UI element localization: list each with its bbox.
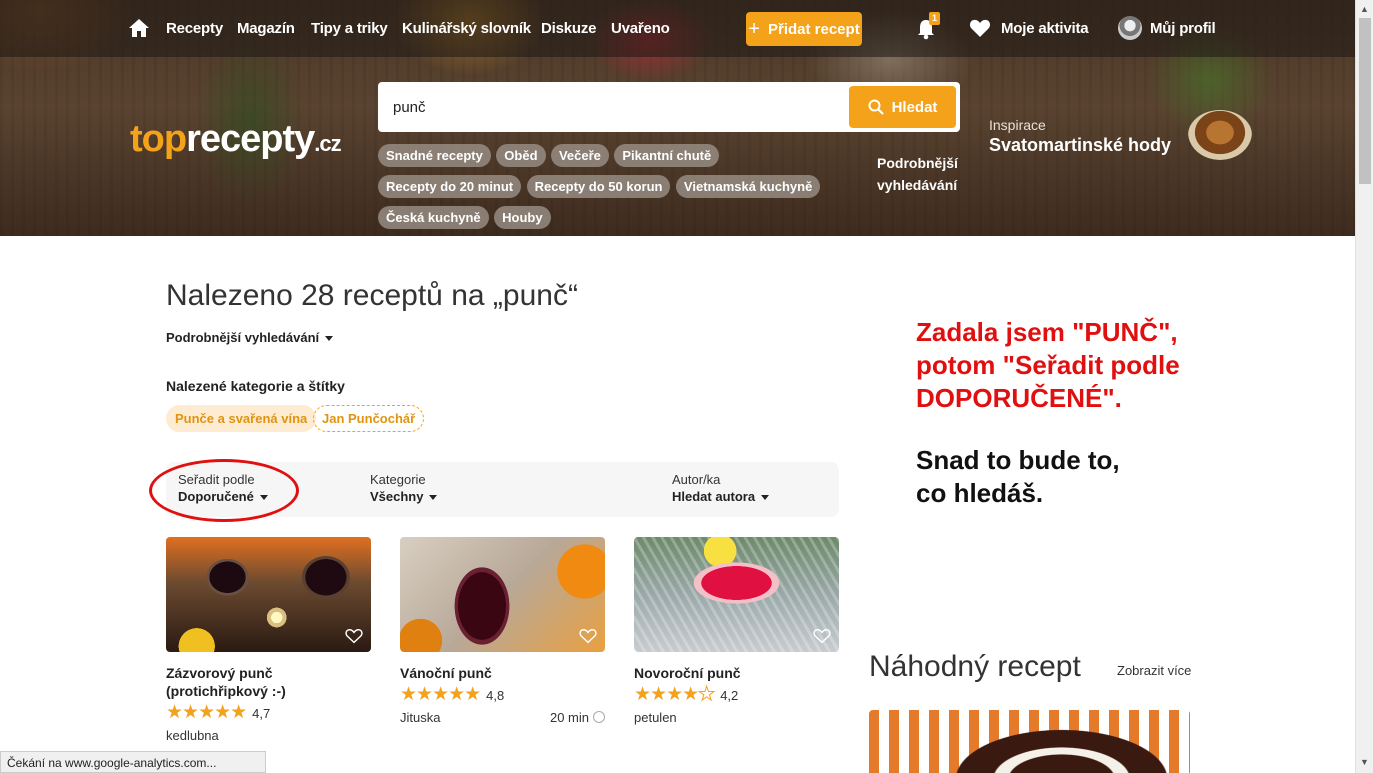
notification-badge: 1 <box>929 12 940 25</box>
clock-icon <box>593 711 605 723</box>
annotation-black-text: Snad to bude to, co hledáš. <box>916 445 1120 508</box>
author-filter[interactable]: Autor/ka Hledat autora <box>672 472 770 504</box>
quick-tag[interactable]: Houby <box>494 206 551 229</box>
rating: ★★★★★ 4,7 <box>166 702 271 723</box>
scrollbar[interactable]: ▲ ▼ <box>1355 0 1373 773</box>
category-tag[interactable]: Jan Punčochář <box>313 405 425 432</box>
caret-down-icon <box>429 495 438 501</box>
quick-tag[interactable]: Recepty do 50 korun <box>526 175 671 198</box>
rating-stars: ★★★★★ <box>400 684 481 705</box>
recipe-author[interactable]: kedlubna <box>166 728 219 743</box>
category-tag[interactable]: Punče a svařená vína <box>166 405 317 432</box>
advanced-search-toggle[interactable]: Podrobnější vyhledávání <box>166 330 334 345</box>
scroll-thumb[interactable] <box>1359 18 1371 184</box>
results-title: Nalezeno 28 receptů na „punč“ <box>166 279 578 312</box>
nav-link-slovnik[interactable]: Kulinářský slovník <box>402 20 531 37</box>
browser-status-bar: Čekání na www.google-analytics.com... <box>0 751 266 773</box>
rating: ★★★★★ 4,8 <box>400 684 505 705</box>
nav-link-tipy[interactable]: Tipy a triky <box>311 20 388 37</box>
annotation-ellipse <box>149 459 299 522</box>
categories-heading: Nalezené kategorie a štítky <box>166 378 345 394</box>
inspiration-label: Inspirace <box>989 117 1046 133</box>
search-box: Hledat <box>378 82 960 132</box>
quick-tag[interactable]: Pikantní chutě <box>614 144 720 167</box>
search-button-label: Hledat <box>891 98 938 116</box>
nav-link-activity[interactable]: Moje aktivita <box>1001 20 1089 37</box>
nav-link-recepty[interactable]: Recepty <box>166 20 223 37</box>
caret-down-icon <box>761 495 770 501</box>
nav-link-magazin[interactable]: Magazín <box>237 20 295 37</box>
rating-stars: ★★★★★ <box>166 702 247 723</box>
inspiration-image[interactable] <box>1188 110 1252 160</box>
recipe-author[interactable]: petulen <box>634 710 677 725</box>
search-button[interactable]: Hledat <box>849 86 956 128</box>
recipe-title[interactable]: Vánoční punč <box>400 664 605 682</box>
inspiration-title[interactable]: Svatomartinské hody <box>989 135 1171 156</box>
recipe-card[interactable]: Zázvorový punč (protichřipkový :-) ★★★★★… <box>166 537 371 743</box>
quick-tag[interactable]: Oběd <box>496 144 546 167</box>
recipe-author[interactable]: Jituska <box>400 710 440 725</box>
quick-tag[interactable]: Vietnamská kuchyně <box>675 175 821 198</box>
recipe-card[interactable]: Novoroční punč ★★★★★ 4,2 petulen <box>634 537 839 725</box>
recipe-time: 20 min <box>550 710 605 725</box>
recipe-image[interactable] <box>400 537 605 652</box>
rating-stars: ★★★★★ <box>634 684 716 705</box>
search-icon <box>868 99 884 115</box>
recipe-image[interactable] <box>634 537 839 652</box>
show-more-link[interactable]: Zobrazit více <box>1117 663 1191 678</box>
favorite-heart-icon[interactable] <box>813 628 831 644</box>
caret-down-icon <box>325 336 334 342</box>
advanced-search-link[interactable]: Podrobnější vyhledávání <box>877 152 967 196</box>
scroll-up-arrow-icon[interactable]: ▲ <box>1360 4 1369 14</box>
nav-link-diskuze[interactable]: Diskuze <box>541 20 596 37</box>
recipe-image[interactable] <box>166 537 371 652</box>
hero-banner: Recepty Magazín Tipy a triky Kulinářský … <box>0 0 1355 236</box>
recipe-title[interactable]: Novoroční punč <box>634 664 839 682</box>
site-logo[interactable]: toprecepty.cz <box>130 118 342 161</box>
avatar[interactable] <box>1118 16 1142 40</box>
quick-tag[interactable]: Recepty do 20 minut <box>378 175 522 198</box>
scroll-down-arrow-icon[interactable]: ▼ <box>1360 757 1369 767</box>
annotation-red-text: Zadala jsem "PUNČ", potom "Seřadit podle… <box>916 317 1180 413</box>
quick-tags: Snadné recepty Oběd Večeře Pikantní chut… <box>378 144 858 237</box>
nav-link-uvareno[interactable]: Uvařeno <box>611 20 670 37</box>
quick-tag[interactable]: Večeře <box>550 144 609 167</box>
category-filter[interactable]: Kategorie Všechny <box>370 472 438 504</box>
plus-icon: + <box>748 18 760 40</box>
rating: ★★★★★ 4,2 <box>634 684 739 705</box>
top-navbar: Recepty Magazín Tipy a triky Kulinářský … <box>0 0 1355 57</box>
nav-link-profile[interactable]: Můj profil <box>1150 20 1216 37</box>
favorite-heart-icon[interactable] <box>579 628 597 644</box>
recipe-title[interactable]: Zázvorový punč (protichřipkový :-) <box>166 664 371 700</box>
recipe-card[interactable]: Vánoční punč ★★★★★ 4,8 Jituska 20 min <box>400 537 605 725</box>
add-recipe-button[interactable]: + Přidat recept <box>746 12 862 46</box>
home-icon[interactable] <box>128 18 150 38</box>
search-input[interactable] <box>393 96 833 118</box>
quick-tag[interactable]: Snadné recepty <box>378 144 491 167</box>
quick-tag[interactable]: Česká kuchyně <box>378 206 489 229</box>
favorite-heart-icon[interactable] <box>345 628 363 644</box>
add-recipe-label: Přidat recept <box>767 20 860 38</box>
heart-icon[interactable] <box>969 18 991 38</box>
random-recipe-title: Náhodný recept <box>869 650 1081 683</box>
random-recipe-image[interactable] <box>869 710 1190 773</box>
